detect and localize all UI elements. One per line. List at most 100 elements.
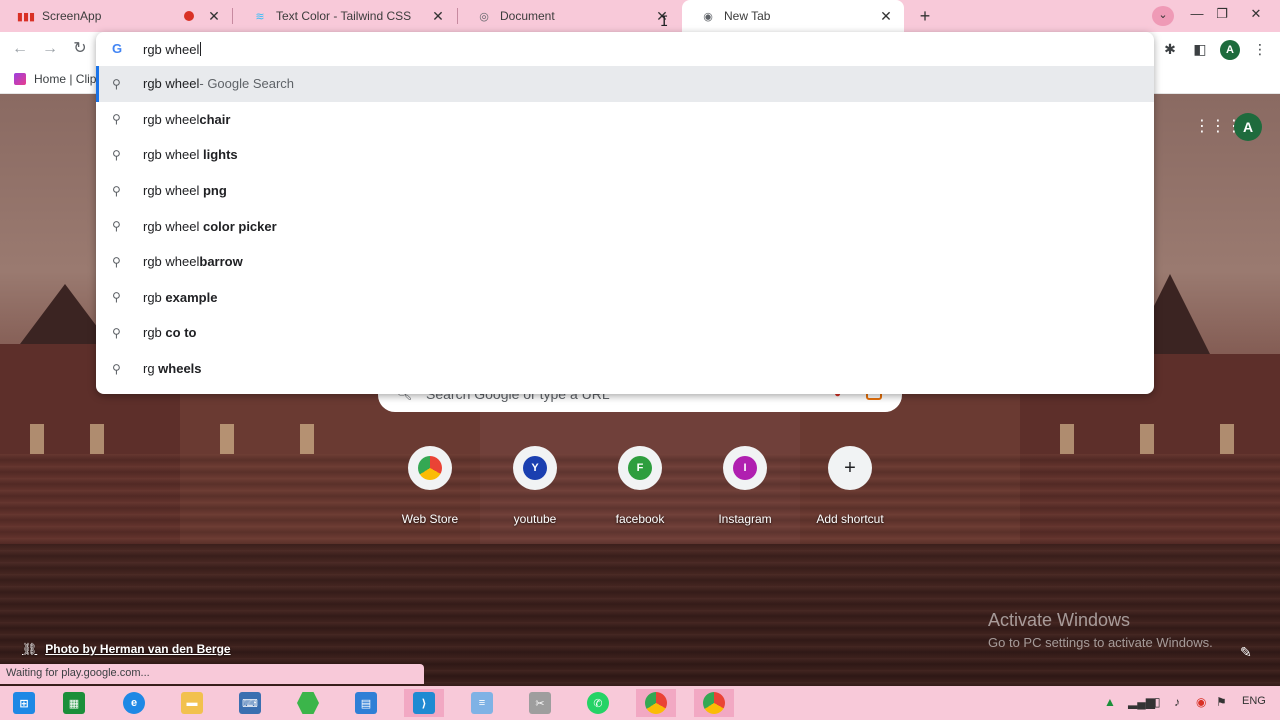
shortcut-label: Web Store	[401, 512, 459, 526]
taskbar-app[interactable]: ✆	[578, 689, 618, 717]
record-tray-icon[interactable]: ◉	[1196, 695, 1206, 709]
tab-new-tab[interactable]: ◉ New Tab ✕	[682, 0, 904, 32]
search-icon: ⚲	[112, 76, 121, 91]
suggestion-completion: barrow	[199, 254, 243, 270]
suggestion-item[interactable]: ⚲ rgb wheel - Google Search	[96, 66, 1154, 102]
keyboard-app-icon: ⌨	[239, 692, 261, 714]
start-button[interactable]: ⊞	[4, 689, 44, 717]
language-indicator[interactable]: ENG	[1242, 695, 1266, 707]
tab-divider	[232, 8, 233, 24]
store-icon: ▦	[63, 692, 85, 714]
address-bar-query: rgb wheel	[143, 42, 200, 57]
taskbar-app[interactable]: ⌨	[230, 689, 270, 717]
suggestion-prefix: rgb wheel	[143, 111, 200, 127]
tab-title: ScreenApp	[42, 9, 102, 23]
tab-tailwind[interactable]: ≋ Text Color - Tailwind CSS ✕	[234, 0, 456, 32]
tools-app-icon: ✂	[529, 692, 551, 714]
profile-avatar[interactable]: A	[1220, 40, 1240, 60]
bookmark-home-clip[interactable]: Home | Clip	[14, 72, 96, 86]
tab-title: New Tab	[724, 9, 771, 23]
reload-icon[interactable]: ↻	[68, 38, 92, 60]
window-shape	[1140, 424, 1154, 454]
shortcut-instagram[interactable]: I Instagram	[695, 446, 795, 526]
shortcut-web-store[interactable]: Web Store	[380, 446, 480, 526]
suggestion-prefix: rgb	[143, 289, 166, 305]
suggestion-prefix: rgb	[143, 325, 166, 341]
back-arrow-icon[interactable]: ←	[8, 38, 32, 60]
new-tab-button[interactable]: +	[914, 6, 936, 28]
photo-credit-link[interactable]: ⛓ Photo by Herman van den Berge	[22, 642, 231, 656]
tray-up-arrow-icon[interactable]: ▲	[1104, 695, 1116, 709]
facebook-letter-icon: F	[628, 456, 652, 480]
link-icon: ⛓	[22, 642, 38, 656]
suggestion-item[interactable]: ⚲ rg wheels	[96, 351, 1154, 387]
screenapp-favicon-icon: ▮▮▮	[16, 10, 36, 23]
tab-strip: ▮▮▮ ScreenApp ✕ ≋ Text Color - Tailwind …	[0, 0, 1280, 32]
battery-icon[interactable]: ▯	[1154, 695, 1161, 709]
chrome-profile-icon	[703, 692, 725, 714]
taskbar-app[interactable]: ≡	[462, 689, 502, 717]
taskbar-app[interactable]: ▬	[172, 689, 212, 717]
suggestion-prefix: rgb wheel	[143, 218, 203, 234]
suggestion-completion: lights	[202, 147, 238, 163]
suggestion-item[interactable]: ⚲ rgb wheel chair	[96, 102, 1154, 138]
tab-screenapp[interactable]: ▮▮▮ ScreenApp ✕	[0, 0, 232, 32]
shortcut-label: Add shortcut	[816, 512, 884, 526]
tab-title: Document	[500, 9, 555, 23]
extensions-puzzle-icon[interactable]: ✱	[1160, 39, 1180, 59]
google-g-icon: G	[112, 41, 123, 56]
photo-credit-text: Photo by Herman van den Berge	[45, 642, 231, 656]
tab-document[interactable]: ◎ Document ✕	[458, 0, 680, 32]
window-shape	[1060, 424, 1074, 454]
close-window-icon[interactable]: ✕	[1244, 0, 1268, 32]
green-hexagon-app-icon	[297, 692, 319, 714]
suggestion-item[interactable]: ⚲ rgb co to	[96, 315, 1154, 351]
suggestion-item[interactable]: ⚲ rgb wheel png	[96, 173, 1154, 209]
suggestion-completion: wheels	[154, 361, 202, 377]
customize-pencil-icon[interactable]: ✎	[1240, 644, 1252, 661]
suggestion-item[interactable]: ⚲ rgb example	[96, 280, 1154, 316]
whatsapp-icon: ✆	[587, 692, 609, 714]
google-apps-grid-icon[interactable]: ⋮⋮⋮	[1194, 118, 1242, 136]
search-icon: ⚲	[112, 183, 121, 198]
windows-logo-icon: ⊞	[13, 692, 35, 714]
address-bar-input[interactable]: G rgb wheel	[96, 32, 1154, 66]
shortcut-facebook[interactable]: F facebook	[590, 446, 690, 526]
side-panel-icon[interactable]: ◧	[1190, 39, 1210, 59]
taskbar-app[interactable]: ▦	[54, 689, 94, 717]
shortcut-add[interactable]: + Add shortcut	[800, 446, 900, 526]
tab-search-chevron-icon[interactable]: ⌄	[1152, 6, 1174, 26]
notepad-icon: ≡	[471, 692, 493, 714]
minimize-icon[interactable]: —	[1185, 0, 1209, 32]
menu-kebab-icon[interactable]: ⋮	[1250, 39, 1270, 59]
suggestion-prefix: rgb wheel	[143, 76, 200, 92]
shortcut-tile: F	[618, 446, 662, 490]
taskbar-app[interactable]: ⟩	[404, 689, 444, 717]
restore-icon[interactable]: ❐	[1210, 0, 1234, 32]
suggestion-completion: example	[165, 289, 218, 305]
flag-icon[interactable]: ⚑	[1216, 695, 1227, 709]
taskbar-app[interactable]	[288, 689, 328, 717]
close-tab-icon[interactable]: ✕	[878, 8, 894, 25]
forward-arrow-icon[interactable]: →	[38, 38, 62, 60]
network-signal-icon[interactable]: ▂▄▆	[1128, 695, 1155, 709]
ntp-profile-avatar[interactable]: A	[1234, 113, 1262, 141]
shortcut-tile: I	[723, 446, 767, 490]
window-shape	[1220, 424, 1234, 454]
watermark-title: Activate Windows	[988, 610, 1131, 630]
close-tab-icon[interactable]: ✕	[206, 8, 222, 25]
status-bubble: Waiting for play.google.com...	[0, 664, 424, 684]
suggestion-item[interactable]: ⚲ rgb wheel barrow	[96, 244, 1154, 280]
internet-explorer-icon: e	[123, 692, 145, 714]
taskbar-app[interactable]: ▤	[346, 689, 386, 717]
suggestion-item[interactable]: ⚲ rgb wheel color picker	[96, 208, 1154, 244]
taskbar-app[interactable]: ✂	[520, 689, 560, 717]
taskbar-app[interactable]	[694, 689, 734, 717]
volume-icon[interactable]: ♪	[1174, 695, 1180, 709]
omnibox-dropdown: G rgb wheel ⚲ rgb wheel - Google Search …	[96, 32, 1154, 394]
shortcut-youtube[interactable]: Y youtube	[485, 446, 585, 526]
close-tab-icon[interactable]: ✕	[430, 8, 446, 25]
taskbar-app[interactable]	[636, 689, 676, 717]
taskbar-app[interactable]: e	[114, 689, 154, 717]
suggestion-item[interactable]: ⚲ rgb wheel lights	[96, 137, 1154, 173]
